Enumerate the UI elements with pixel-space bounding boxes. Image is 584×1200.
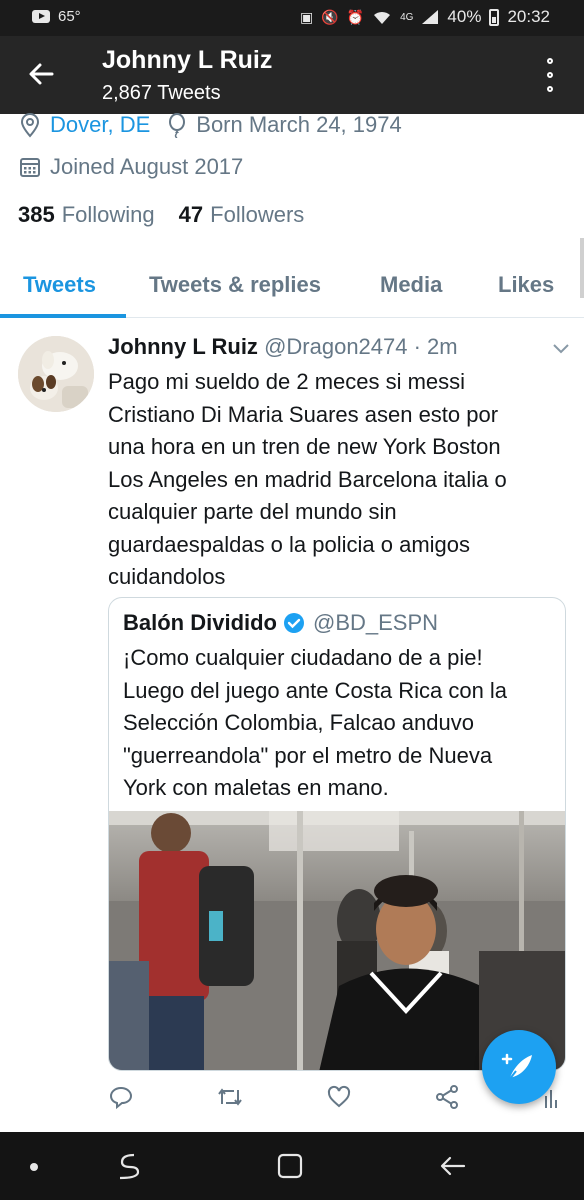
tweet-header: Johnny L Ruiz @Dragon2474 · 2m xyxy=(108,334,458,360)
tweet-line: una hora en un tren de new York Boston xyxy=(108,434,501,459)
battery-icon xyxy=(489,8,500,26)
chevron-down-icon xyxy=(553,344,569,354)
mute-icon: 🔇 xyxy=(321,8,339,25)
followers-stat[interactable]: 47 Followers xyxy=(179,202,305,228)
reply-button[interactable] xyxy=(108,1084,134,1115)
tweet-actions xyxy=(108,1084,557,1116)
tweet-text: Pago mi sueldo de 2 meces si messi Crist… xyxy=(108,366,570,594)
quoted-tweet-card[interactable]: Balón Dividido @BD_ESPN ¡Como cualquier … xyxy=(108,597,566,1071)
subway-photo[interactable] xyxy=(109,811,566,1071)
reply-icon xyxy=(109,1086,133,1110)
tweet-author-name[interactable]: Johnny L Ruiz xyxy=(108,334,258,359)
quoted-tweet-header: Balón Dividido @BD_ESPN xyxy=(123,610,438,636)
wifi-icon xyxy=(374,11,391,24)
retweet-button[interactable] xyxy=(216,1084,244,1115)
location-link[interactable]: Dover, DE xyxy=(50,112,150,138)
home-button[interactable] xyxy=(276,1152,304,1185)
header-title: Johnny L Ruiz xyxy=(102,46,273,74)
quoted-author-name: Balón Dividido xyxy=(123,610,277,635)
overflow-menu-button[interactable] xyxy=(542,58,558,92)
calendar-icon xyxy=(20,158,40,177)
more-dot-icon xyxy=(547,72,553,78)
profile-meta-row: Dover, DE Born March 24, 1974 xyxy=(18,112,402,138)
alarm-icon: ⏰ xyxy=(346,8,365,25)
followers-count: 47 xyxy=(178,202,204,227)
profile-header-bar: Johnny L Ruiz 2,867 Tweets xyxy=(0,36,584,114)
more-dot-icon xyxy=(547,58,553,64)
location-pin-icon xyxy=(20,113,40,138)
tweet-line: Pago mi sueldo de 2 meces si messi xyxy=(108,369,466,394)
status-bar: 65° ▣ 🔇 ⏰ 4G 40% 20:32 xyxy=(0,0,584,36)
nav-dot-button[interactable] xyxy=(28,1160,40,1178)
signal-icon xyxy=(422,10,439,24)
back-arrow-icon xyxy=(440,1156,466,1176)
profile-tabs: Tweets Tweets & replies Media Likes xyxy=(0,258,584,318)
tab-tweets-and-replies[interactable]: Tweets & replies xyxy=(149,272,321,298)
following-count: 385 xyxy=(18,202,55,227)
recent-apps-icon xyxy=(119,1153,140,1180)
compose-tweet-button[interactable] xyxy=(482,1030,556,1104)
like-button[interactable] xyxy=(326,1084,352,1115)
heart-icon xyxy=(327,1085,351,1108)
active-tab-indicator xyxy=(0,314,126,318)
nfc-icon: ▣ xyxy=(299,8,314,25)
share-button[interactable] xyxy=(434,1084,460,1115)
tab-media[interactable]: Media xyxy=(380,272,442,298)
avatar[interactable] xyxy=(18,336,94,412)
verified-badge-icon xyxy=(284,613,304,633)
birth-date: Born March 24, 1974 xyxy=(196,112,402,137)
followers-label: Followers xyxy=(210,202,305,227)
tweet-menu-button[interactable] xyxy=(552,342,570,360)
home-square-icon xyxy=(277,1153,303,1179)
quoted-line: York con maletas en mano. xyxy=(123,775,389,800)
quoted-author-handle: @BD_ESPN xyxy=(313,610,439,635)
quoted-line: Selección Colombia, Falcao anduvo xyxy=(123,710,474,735)
youtube-icon xyxy=(32,10,50,23)
more-dot-icon xyxy=(547,86,553,92)
tab-likes[interactable]: Likes xyxy=(498,272,554,298)
battery-percent: 40% xyxy=(447,7,482,26)
tweet-line: cuidandolos xyxy=(108,564,226,589)
dot-icon xyxy=(30,1163,38,1171)
following-stat[interactable]: 385 Following xyxy=(18,202,155,228)
compose-feather-icon xyxy=(501,1053,532,1081)
arrow-left-icon xyxy=(29,63,54,85)
quoted-line: "guerreandola" por el metro de Nueva xyxy=(123,742,493,768)
quoted-line: ¡Como cualquier ciudadano de a pie! xyxy=(123,645,483,670)
android-navigation-bar xyxy=(0,1132,584,1200)
recent-apps-button[interactable] xyxy=(114,1152,140,1185)
dog-avatar-image xyxy=(18,336,94,412)
temperature: 65° xyxy=(58,8,81,25)
joined-date: Joined August 2017 xyxy=(50,154,244,179)
tweet-line: Cristiano Di Maria Suares asen esto por xyxy=(108,401,499,427)
share-icon xyxy=(436,1085,458,1109)
tweet-handle-time: @Dragon2474 · 2m xyxy=(264,334,458,359)
lte-icon: 4G xyxy=(400,11,414,23)
balloon-icon xyxy=(169,113,186,138)
clock: 20:32 xyxy=(507,7,550,26)
retweet-icon xyxy=(218,1088,242,1106)
quoted-line: Luego del juego ante Costa Rica con la xyxy=(123,677,508,703)
quoted-tweet-text: ¡Como cualquier ciudadano de a pie! Lueg… xyxy=(123,642,553,805)
following-label: Following xyxy=(61,202,155,227)
tweet-line: cualquier parte del mundo sin xyxy=(108,499,397,524)
system-back-button[interactable] xyxy=(438,1152,468,1185)
follow-stats: 385 Following 47 Followers xyxy=(18,202,304,228)
back-button[interactable] xyxy=(22,54,62,94)
tab-tweets[interactable]: Tweets xyxy=(23,272,96,298)
header-tweet-count: 2,867 Tweets xyxy=(102,82,221,104)
tweet-line: Los Angeles en madrid Barcelona italia o xyxy=(108,466,507,492)
profile-joined-row: Joined August 2017 xyxy=(18,154,243,180)
tweet-line: guardaespaldas o la policia o amigos xyxy=(108,531,471,557)
